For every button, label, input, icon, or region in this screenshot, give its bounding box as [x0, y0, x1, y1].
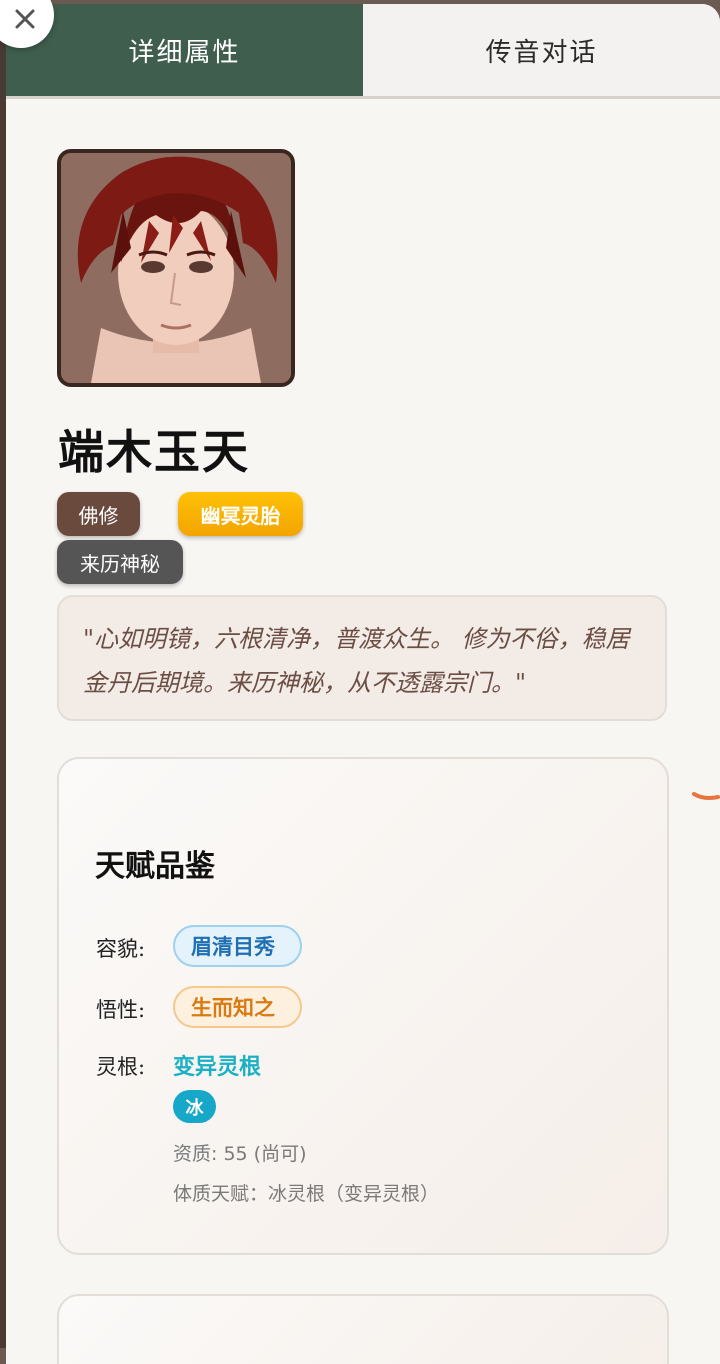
tab-details[interactable]: 详细属性	[6, 4, 363, 96]
element-badge: 冰	[173, 1090, 216, 1123]
character-detail-panel: 详细属性 传音对话 端木玉天 佛修 幽冥灵胎 来历神秘 "心如明镜，六根清净，普…	[6, 4, 720, 1364]
spirit-root-label: 灵根:	[96, 1055, 146, 1079]
sect-tag: 佛修	[57, 492, 140, 536]
appearance-value-badge: 眉清目秀	[173, 925, 302, 967]
tab-bar: 详细属性 传音对话	[6, 4, 720, 99]
comprehension-label: 悟性:	[96, 998, 146, 1022]
side-stroke-decoration	[692, 792, 720, 800]
character-quote: "心如明镜，六根清净，普渡众生。 修为不俗，稳居金丹后期境。来历神秘，从不透露宗…	[57, 595, 667, 721]
character-name: 端木玉天	[58, 425, 250, 479]
talent-card-title: 天赋品鉴	[95, 849, 215, 884]
close-icon	[15, 9, 35, 29]
character-portrait	[57, 149, 295, 387]
origin-tag: 来历神秘	[57, 540, 183, 584]
aptitude-text: 资质: 55 (尚可)	[173, 1143, 307, 1165]
tab-chat[interactable]: 传音对话	[363, 4, 720, 96]
talent-card: 天赋品鉴 容貌: 眉清目秀 悟性: 生而知之 灵根: 变异灵根 冰 资质: 55…	[57, 757, 669, 1255]
spirit-root-value: 变异灵根	[173, 1055, 262, 1080]
comprehension-value-badge: 生而知之	[173, 986, 302, 1028]
constitution-text: 体质天赋：冰灵根（变异灵根）	[173, 1183, 440, 1205]
spirit-root-tag: 幽冥灵胎	[178, 492, 303, 536]
next-card	[57, 1294, 669, 1364]
appearance-label: 容貌:	[96, 937, 146, 961]
